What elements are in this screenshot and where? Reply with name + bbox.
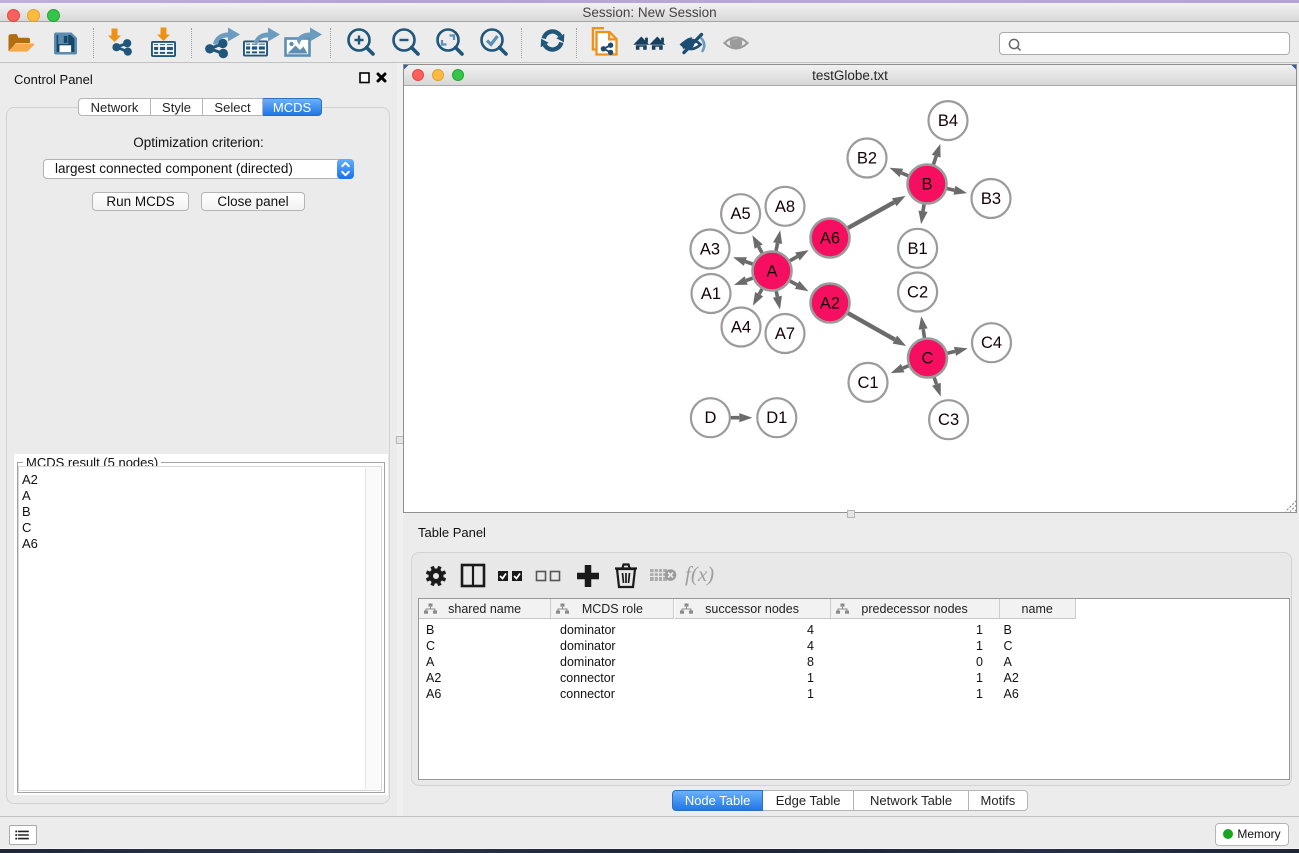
svg-text:C1: C1 (857, 374, 878, 392)
svg-text:C3: C3 (938, 411, 959, 429)
svg-text:C4: C4 (981, 334, 1002, 352)
svg-text:A2: A2 (820, 295, 840, 313)
svg-text:C2: C2 (907, 284, 928, 302)
svg-text:B1: B1 (908, 240, 928, 258)
svg-text:B4: B4 (938, 112, 958, 130)
svg-text:A3: A3 (700, 241, 720, 259)
svg-text:D1: D1 (766, 409, 787, 427)
svg-text:A: A (766, 263, 777, 281)
svg-text:B: B (921, 176, 932, 194)
svg-text:B2: B2 (857, 150, 877, 168)
svg-text:A7: A7 (775, 325, 795, 343)
svg-text:D: D (704, 409, 716, 427)
svg-text:A8: A8 (775, 198, 795, 216)
svg-text:A5: A5 (731, 205, 751, 223)
svg-text:C: C (922, 350, 934, 368)
svg-text:B3: B3 (981, 190, 1001, 208)
svg-text:A6: A6 (820, 230, 840, 248)
svg-text:A1: A1 (701, 285, 721, 303)
svg-text:A4: A4 (731, 319, 751, 337)
